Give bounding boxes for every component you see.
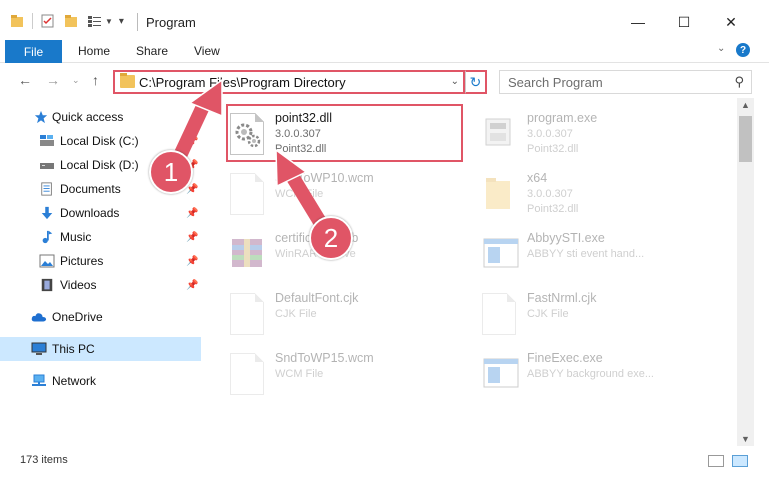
annotation-arrows bbox=[171, 78, 326, 226]
step-badge-1: 1 bbox=[149, 150, 193, 194]
step-badge-2: 2 bbox=[309, 216, 353, 260]
